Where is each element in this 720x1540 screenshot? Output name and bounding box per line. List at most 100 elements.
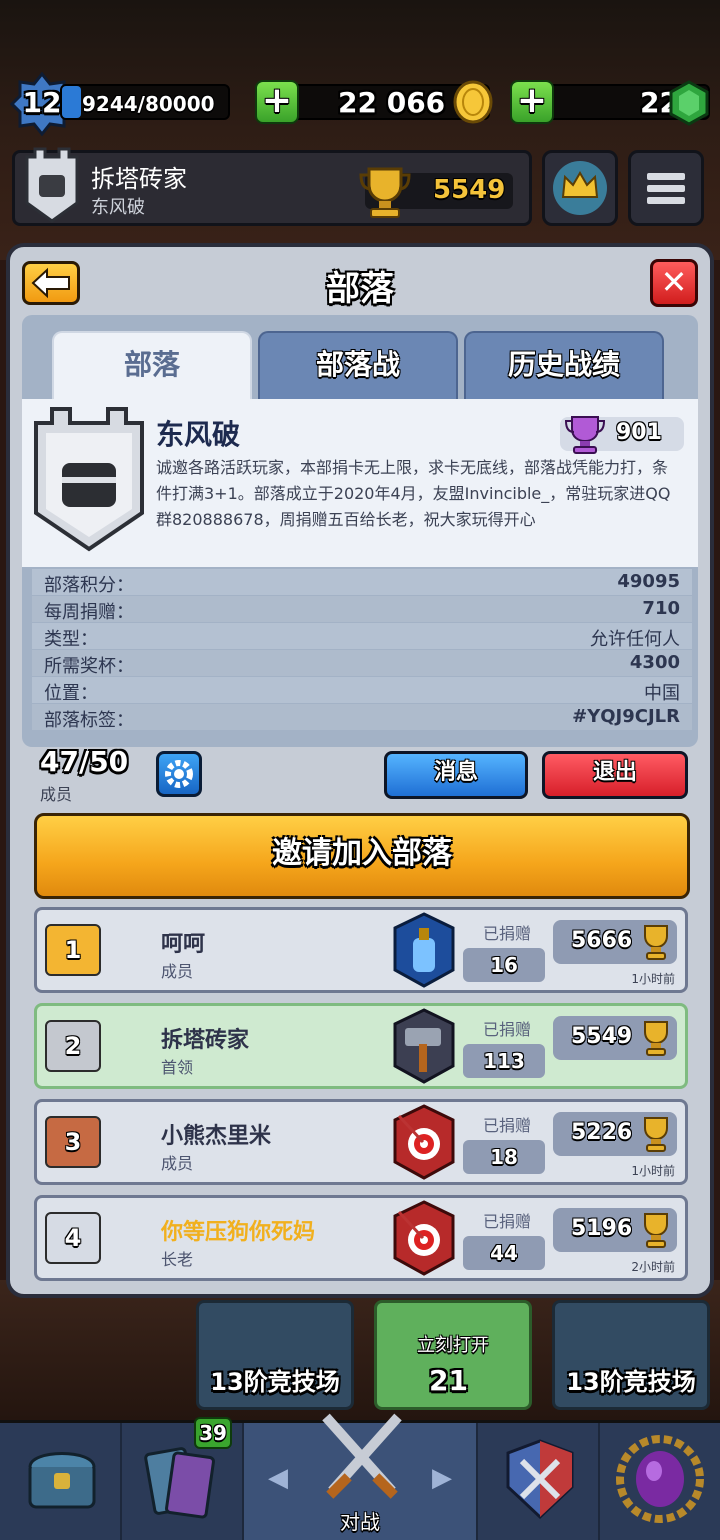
member-name: 呵呵 (161, 932, 206, 957)
member-last-seen: 1小时前 (631, 972, 675, 986)
donations-value: 16 (490, 953, 518, 977)
stat-key: 部落积分： (44, 575, 134, 596)
chest-slot-2-label: 立刻打开 (417, 1335, 489, 1356)
panel-header: 部落 ✕ (10, 247, 710, 319)
crown-profile-button[interactable] (542, 150, 618, 226)
clan-trophy-icon (564, 416, 606, 454)
player-clan-badge-icon (25, 147, 79, 223)
stat-row-required-trophies: 所需奖杯： 4300 (32, 650, 692, 677)
member-donations: 113 (463, 1044, 545, 1078)
clan-description: 诚邀各路活跃玩家，本部捐卡无上限，求卡无底线，部落战凭能力打，条件打满3+1。部… (156, 458, 671, 529)
member-name: 拆塔砖家 (161, 1028, 250, 1053)
player-trophies: 5549 (433, 175, 506, 205)
trophy-icon (644, 925, 668, 960)
close-button[interactable]: ✕ (650, 259, 698, 307)
member-row[interactable]: 4 你等压狗你死妈 长老 已捐赠 44 5196 2小时前 (34, 1195, 688, 1281)
member-row[interactable]: 1 呵呵 成员 已捐赠 16 5666 1小时前 (34, 907, 688, 993)
stat-key: 部落标签： (44, 710, 134, 731)
chevron-right-icon[interactable]: ▶ (432, 1463, 452, 1493)
nav-cards[interactable]: 39 (122, 1417, 244, 1540)
member-role: 首领 (161, 1058, 194, 1077)
nav-events[interactable] (600, 1423, 720, 1540)
buy-gems-button[interactable]: + (510, 80, 554, 124)
battle-label: 对战 (340, 1510, 380, 1534)
chest-open-cost: 21 (429, 1364, 468, 1397)
nav-clan[interactable] (478, 1423, 600, 1540)
stat-row-tag: 部落标签： #YQJ9CJLR (32, 704, 692, 731)
donated-label: 已捐赠 (483, 1020, 532, 1039)
member-row-self[interactable]: 2 拆塔砖家 首领 已捐赠 113 5549 (34, 1003, 688, 1089)
buy-gold-button[interactable]: + (255, 80, 299, 124)
clan-trophies: 901 (616, 420, 662, 445)
donations-value: 113 (483, 1049, 525, 1073)
clan-name: 东风破 (156, 418, 241, 451)
nav-shop[interactable] (0, 1423, 122, 1540)
tab-history-label: 历史战绩 (507, 348, 620, 381)
members-count: 47/50 (40, 745, 129, 778)
stat-value: 710 (642, 598, 680, 619)
clan-trophy-box: 901 (560, 416, 684, 454)
chevron-left-icon[interactable]: ◀ (268, 1463, 288, 1493)
chest-slot-3[interactable]: 13阶竞技场 (552, 1300, 710, 1410)
member-rank: 4 (64, 1224, 82, 1252)
stat-value: 49095 (617, 571, 680, 592)
gold-coin-icon (453, 80, 493, 124)
rage-spell-card-icon (393, 912, 455, 988)
stat-value: 4300 (629, 652, 680, 673)
clan-panel: 部落 ✕ 部落 部落战 历史战绩 东风破 901 诚邀各路活跃玩家，本部捐卡无上… (6, 243, 714, 1298)
member-rank: 3 (64, 1128, 82, 1156)
invite-to-clan-button[interactable]: 邀请加入部落 (34, 813, 690, 899)
tab-clan-war-label: 部落战 (315, 348, 400, 381)
member-role: 长老 (161, 1250, 194, 1269)
tab-clan-label: 部落 (123, 348, 180, 381)
member-name: 小熊杰里米 (161, 1124, 272, 1149)
trophy-icon (644, 1021, 668, 1056)
laurel-event-icon (616, 1435, 704, 1523)
tab-history[interactable]: 历史战绩 (464, 331, 664, 401)
member-trophies: 5549 (571, 1024, 633, 1049)
panel-title: 部落 (326, 269, 394, 309)
player-trophy-box: 5549 (359, 167, 513, 218)
xp-fill (62, 86, 82, 118)
donated-label: 已捐赠 (483, 1212, 532, 1231)
stat-key: 位置： (44, 683, 98, 704)
chest-slot-1[interactable]: 13阶竞技场 (196, 1300, 354, 1410)
member-donations: 18 (463, 1140, 545, 1174)
stat-value: 允许任何人 (590, 629, 680, 650)
member-rank-badge: 2 (45, 1020, 101, 1072)
member-last-seen: 1小时前 (631, 1164, 675, 1178)
trophy-icon (644, 1213, 668, 1248)
menu-button[interactable] (628, 150, 704, 226)
leave-clan-button[interactable]: 退出 (542, 751, 688, 799)
message-button[interactable]: 消息 (384, 751, 528, 799)
stat-value: 中国 (644, 683, 680, 704)
stat-row-donations: 每周捐赠： 710 (32, 596, 692, 623)
nav-battle[interactable]: ◀ ▶ 对战 (244, 1413, 478, 1540)
tab-clan[interactable]: 部落 (52, 331, 252, 401)
member-trophy-box: 5666 (553, 920, 677, 964)
player-clan-name: 东风破 (91, 197, 145, 218)
cards-badge: 39 (194, 1417, 232, 1449)
tab-clan-war[interactable]: 部落战 (258, 331, 458, 401)
xp-bar: 9244/80000 (60, 84, 230, 120)
bottom-navbar: 39 ◀ ▶ 对战 (0, 1413, 720, 1540)
member-rank-badge: 1 (45, 924, 101, 976)
stat-key: 每周捐赠： (44, 602, 134, 623)
clan-card: 东风破 901 诚邀各路活跃玩家，本部捐卡无上限，求卡无底线，部落战凭能力打，条… (22, 399, 698, 567)
donations-value: 18 (490, 1145, 518, 1169)
close-icon: ✕ (660, 263, 688, 301)
chest-slot-2[interactable]: 立刻打开 21 (374, 1300, 532, 1410)
player-name: 拆塔砖家 (91, 165, 187, 193)
members-label: 成员 (40, 785, 73, 804)
gem-icon (669, 80, 709, 126)
gold-amount: 22 066 (338, 86, 446, 119)
member-row[interactable]: 3 小熊杰里米 成员 已捐赠 18 5226 1小时前 (34, 1099, 688, 1185)
player-profile-bar[interactable]: 拆塔砖家 东风破 5549 (12, 147, 532, 226)
clan-shield-icon (506, 1439, 574, 1520)
member-rank-badge: 4 (45, 1212, 101, 1264)
member-role: 成员 (161, 962, 194, 981)
member-trophy-box: 5196 (553, 1208, 677, 1252)
crossed-swords-icon (322, 1413, 402, 1499)
clan-settings-button[interactable] (156, 751, 202, 797)
member-rank: 1 (64, 936, 82, 964)
